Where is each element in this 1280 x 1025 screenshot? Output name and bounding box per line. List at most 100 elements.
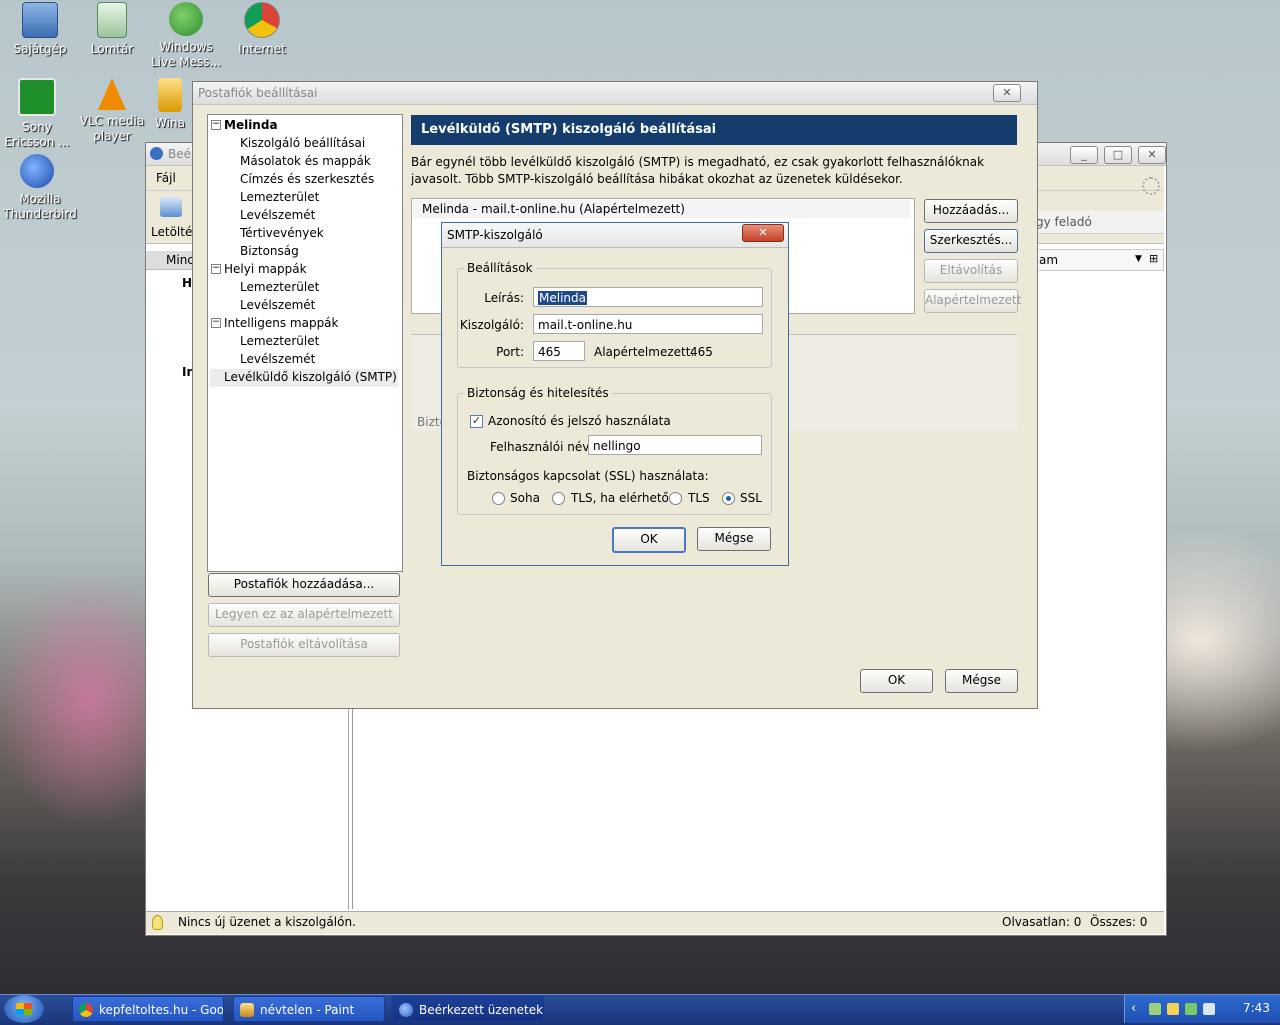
collapse-icon[interactable]: − — [211, 264, 221, 274]
lightbulb-icon — [152, 915, 163, 930]
description-value: Melinda — [538, 291, 587, 305]
taskbar-item-label: kepfeltoltes.hu - Goo... — [99, 1003, 224, 1017]
clock[interactable]: 7:43 — [1243, 1001, 1270, 1015]
sony-ericsson-icon — [18, 78, 56, 116]
desktop-icon-recycle-bin[interactable]: Lomtár — [72, 2, 152, 57]
security-legend: Biztonság és hitelesítés — [464, 386, 612, 400]
description-input[interactable]: Melinda — [533, 287, 763, 307]
tree-smart-folders[interactable]: Intelligens mappák — [224, 316, 339, 330]
remove-account-button[interactable]: Postafiók eltávolítása — [208, 633, 400, 657]
radio-never[interactable] — [492, 492, 505, 505]
panel-description: Bár egynél több levélküldő kiszolgáló (S… — [411, 155, 985, 186]
smtp-ok-button[interactable]: OK — [612, 527, 686, 553]
description-label: Leírás: — [484, 291, 524, 305]
close-button[interactable]: ✕ — [742, 224, 784, 242]
desktop-icon-label: Lomtár — [90, 42, 134, 56]
taskbar-item-label: névtelen - Paint — [260, 1003, 355, 1017]
radio-tls-label[interactable]: TLS — [688, 491, 710, 505]
port-label: Port: — [496, 345, 524, 359]
message-list-header: gy feladó — [1036, 211, 1164, 234]
statusbar: Nincs új üzenet a kiszolgálón. Olvasatla… — [146, 911, 1164, 934]
smtp-server-entry-label: Melinda - mail.t-online.hu (Alapértelmez… — [422, 202, 685, 216]
panel-title: Levélküldő (SMTP) kiszolgáló beállításai — [421, 122, 717, 137]
radio-tls-if-available[interactable] — [552, 492, 565, 505]
radio-never-label[interactable]: Soha — [510, 491, 540, 505]
tree-item-receipts[interactable]: Tértivevények — [240, 226, 324, 240]
taskbar-item-chrome[interactable]: kepfeltoltes.hu - Goo... — [72, 996, 224, 1022]
tree-item-junk[interactable]: Levélszemét — [240, 208, 315, 222]
smtp-edit-button[interactable]: Szerkesztés... — [924, 229, 1018, 253]
vlc-cone-icon — [98, 78, 126, 110]
smtp-dialog-titlebar[interactable]: SMTP-kiszolgáló ✕ — [442, 223, 788, 248]
tree-item-composition[interactable]: Címzés és szerkesztés — [240, 172, 374, 186]
cancel-button[interactable]: Mégse — [945, 669, 1018, 693]
start-button[interactable] — [4, 995, 44, 1023]
add-account-button[interactable]: Postafiók hozzáadása... — [208, 573, 400, 597]
desktop-icon-winamp[interactable]: Wina — [140, 78, 200, 131]
column-picker-icon[interactable]: ⊞ — [1149, 252, 1158, 265]
close-button[interactable]: ✕ — [993, 84, 1021, 102]
desktop-icon-internet[interactable]: Internet — [222, 2, 302, 57]
collapse-icon[interactable]: − — [211, 318, 221, 328]
use-auth-label[interactable]: Azonosító és jelszó használata — [488, 414, 671, 428]
tree-item-server-settings[interactable]: Kiszolgáló beállításai — [240, 136, 365, 150]
port-input[interactable]: 465 — [533, 341, 585, 361]
tree-item-copies-folders[interactable]: Másolatok és mappák — [240, 154, 371, 168]
tray-expand-icon[interactable]: ‹ — [1131, 1001, 1136, 1016]
tree-item-smart-disk[interactable]: Lemezterület — [240, 334, 319, 348]
column-am[interactable]: am — [1039, 253, 1058, 267]
smtp-server-entry[interactable]: Melinda - mail.t-online.hu (Alapértelmez… — [413, 200, 911, 218]
menu-file[interactable]: Fájl — [156, 171, 176, 185]
tree-local-folders[interactable]: Helyi mappák — [224, 262, 307, 276]
radio-ssl-label[interactable]: SSL — [740, 491, 762, 505]
smtp-cancel-button[interactable]: Mégse — [697, 527, 771, 551]
tree-item-security[interactable]: Biztonság — [240, 244, 299, 258]
tree-item-local-junk[interactable]: Levélszemét — [240, 298, 315, 312]
account-tree[interactable]: − Melinda Kiszolgáló beállításai Másolat… — [207, 114, 403, 572]
desktop-icon-my-computer[interactable]: Sajátgép — [0, 2, 80, 57]
volume-icon[interactable] — [1167, 1003, 1179, 1015]
network-icon[interactable] — [1149, 1003, 1161, 1015]
settings-gear-icon[interactable] — [1142, 177, 1160, 195]
radio-ssl[interactable] — [722, 492, 735, 505]
sound-icon[interactable] — [1203, 1003, 1215, 1015]
username-input[interactable]: nellingo — [588, 435, 762, 455]
maximize-button[interactable]: □ — [1104, 146, 1132, 164]
tree-account[interactable]: Melinda — [224, 118, 278, 132]
server-input[interactable]: mail.t-online.hu — [533, 314, 763, 334]
safe-remove-icon[interactable] — [1185, 1003, 1197, 1015]
tree-item-disk-space[interactable]: Lemezterület — [240, 190, 319, 204]
ok-button[interactable]: OK — [860, 669, 933, 693]
radio-tls[interactable] — [669, 492, 682, 505]
tree-item-local-disk[interactable]: Lemezterület — [240, 280, 319, 294]
smtp-dialog-title: SMTP-kiszolgáló — [447, 228, 543, 242]
use-auth-checkbox[interactable]: ✓ — [470, 415, 483, 428]
chrome-icon — [244, 2, 280, 38]
taskbar-item-paint[interactable]: névtelen - Paint — [233, 996, 385, 1022]
messenger-icon — [169, 2, 203, 36]
smtp-default-button[interactable]: Alapértelmezett — [924, 289, 1021, 313]
desktop-icon-label: Sony Ericsson ... — [4, 120, 70, 149]
desktop-icon-thunderbird[interactable]: Mozilla Thunderbird — [0, 154, 77, 222]
column-sender[interactable]: gy feladó — [1036, 215, 1092, 229]
close-button[interactable]: ✕ — [1138, 146, 1166, 164]
set-default-button[interactable]: Legyen ez az alapértelmezett — [208, 603, 400, 627]
smtp-dialog[interactable]: SMTP-kiszolgáló ✕ Beállítások Leírás: Me… — [441, 222, 789, 566]
tree-item-smart-junk[interactable]: Levélszemét — [240, 352, 315, 366]
folder-h[interactable]: H — [182, 276, 192, 290]
radio-tls-if-available-label[interactable]: TLS, ha elérhető — [571, 491, 669, 505]
collapse-icon[interactable]: − — [211, 120, 221, 130]
smtp-add-button[interactable]: Hozzáadás... — [924, 199, 1018, 223]
username-label: Felhasználói név: — [490, 440, 593, 454]
smtp-remove-button[interactable]: Eltávolítás — [924, 259, 1018, 283]
message-preview-divider — [352, 709, 353, 909]
desktop-icon-live-messenger[interactable]: Windows Live Mess... — [146, 2, 226, 70]
dropdown-arrow-icon[interactable]: ▼ — [1135, 254, 1142, 264]
desktop-icon-sony-ericsson[interactable]: Sony Ericsson ... — [0, 78, 77, 150]
taskbar-item-thunderbird[interactable]: Beérkezett üzenetek ... — [392, 996, 544, 1022]
default-port-label: Alapértelmezett: — [594, 345, 695, 359]
tree-item-smtp-selected[interactable]: Levélküldő kiszolgáló (SMTP) — [210, 369, 398, 387]
settings-group: Beállítások Leírás: Melinda Kiszolgáló: … — [457, 261, 772, 368]
minimize-button[interactable]: _ — [1070, 146, 1098, 164]
account-settings-titlebar[interactable]: Postafiók beállításai ✕ — [193, 82, 1037, 105]
